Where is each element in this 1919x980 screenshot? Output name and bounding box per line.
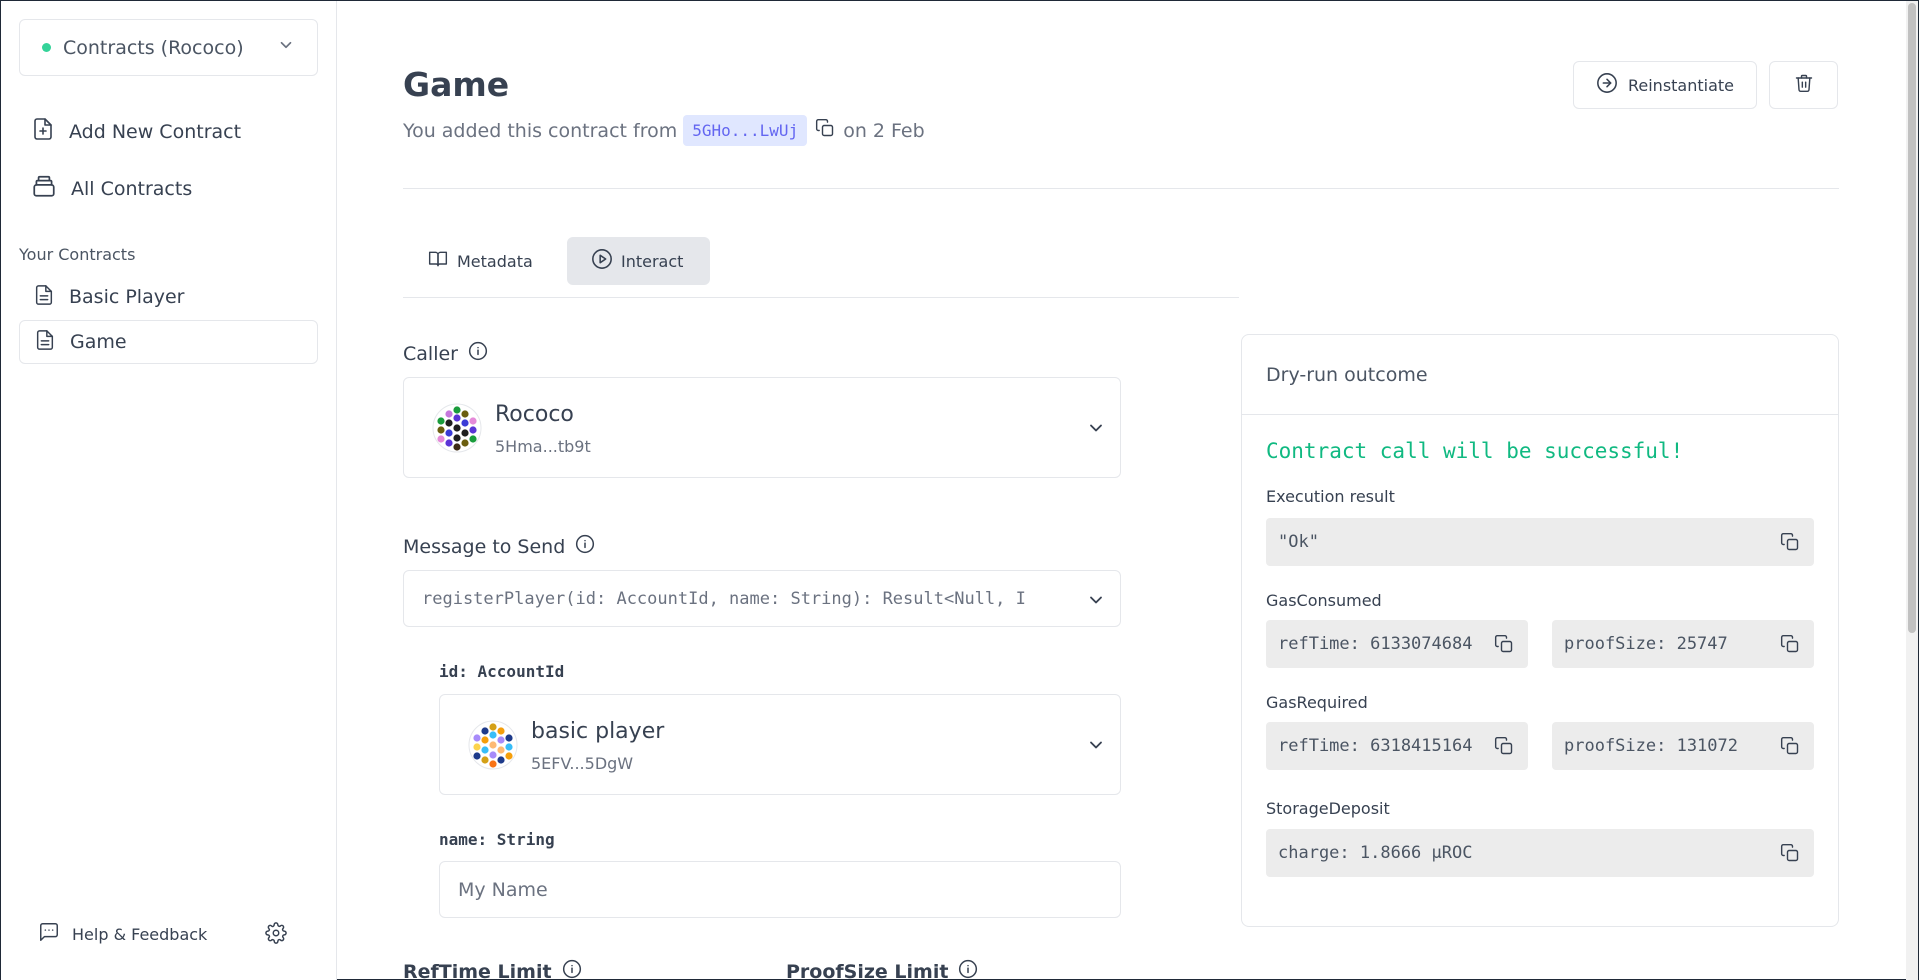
- dry-run-title: Dry-run outcome: [1242, 335, 1838, 415]
- contract-address: 5GHo...LwUj: [683, 115, 808, 146]
- help-feedback-link[interactable]: Help & Feedback: [38, 921, 207, 947]
- subtitle-suffix: on 2 Feb: [843, 119, 925, 142]
- document-icon: [34, 327, 70, 358]
- dry-run-panel: Dry-run outcome Contract call will be su…: [1241, 334, 1839, 927]
- nav-add-new-contract-label: Add New Contract: [69, 120, 242, 143]
- execution-result-label: Execution result: [1266, 487, 1395, 506]
- caller-address: 5Hma...tb9t: [495, 437, 591, 456]
- sidebar-item-basic-player[interactable]: Basic Player: [19, 275, 318, 319]
- page-title: Game: [403, 65, 510, 104]
- arg-name-label: name: String: [439, 830, 555, 849]
- arg-id-label: id: AccountId: [439, 662, 565, 681]
- arrow-circle-right-icon: [1596, 72, 1628, 98]
- arg-id-account-select[interactable]: basic player 5EFV...5DgW: [439, 694, 1121, 795]
- storage-deposit-text: charge: 1.8666 µROC: [1278, 843, 1473, 863]
- identicon-avatar: [432, 403, 482, 457]
- identicon-avatar: [468, 720, 518, 774]
- gas-consumed-label: GasConsumed: [1266, 591, 1382, 610]
- copy-icon[interactable]: [1494, 736, 1514, 761]
- nav-add-new-contract[interactable]: Add New Contract: [31, 116, 241, 147]
- gas-required-reftime-text: refTime: 6318415164: [1278, 736, 1473, 756]
- proofsize-limit-text: ProofSize Limit: [786, 960, 949, 980]
- info-icon[interactable]: [948, 959, 978, 980]
- reftime-limit-text: RefTime Limit: [403, 960, 552, 980]
- caller-name: Rococo: [495, 402, 574, 427]
- arg-name-value: My Name: [458, 878, 548, 901]
- sidebar-item-label: Game: [70, 331, 127, 353]
- page-scrollbar[interactable]: [1906, 1, 1918, 980]
- stack-icon: [31, 173, 71, 204]
- gear-icon[interactable]: [265, 922, 287, 948]
- gas-required-reftime: refTime: 6318415164: [1266, 722, 1528, 770]
- dry-run-success-message: Contract call will be successful!: [1266, 439, 1684, 463]
- info-icon[interactable]: [458, 341, 488, 366]
- message-label: Message to Send: [403, 534, 595, 559]
- reinstantiate-button[interactable]: Reinstantiate: [1573, 61, 1757, 109]
- play-circle-icon: [591, 248, 621, 274]
- execution-result-text: "Ok": [1278, 532, 1319, 552]
- proofsize-limit-label: ProofSize Limit: [786, 959, 978, 980]
- chat-icon: [38, 921, 72, 947]
- gas-consumed-proofsize-text: proofSize: 25747: [1564, 634, 1728, 654]
- tabs-divider: [403, 297, 1239, 298]
- delete-button[interactable]: [1769, 61, 1838, 109]
- nav-all-contracts[interactable]: All Contracts: [31, 173, 192, 204]
- contract-subtitle: You added this contract from 5GHo...LwUj…: [403, 115, 925, 146]
- chevron-down-icon: [1086, 418, 1106, 442]
- chevron-down-icon: [277, 36, 295, 59]
- trash-icon: [1794, 73, 1814, 97]
- copy-icon[interactable]: [815, 118, 835, 143]
- tab-metadata-label: Metadata: [457, 251, 533, 271]
- arg-name-input[interactable]: My Name: [439, 861, 1121, 918]
- reinstantiate-label: Reinstantiate: [1627, 75, 1735, 95]
- your-contracts-heading: Your Contracts: [19, 245, 136, 264]
- info-icon[interactable]: [565, 534, 595, 559]
- file-plus-icon: [31, 116, 69, 147]
- help-feedback-label: Help & Feedback: [72, 924, 208, 944]
- gas-required-proofsize-text: proofSize: 131072: [1564, 736, 1738, 756]
- nav-all-contracts-label: All Contracts: [71, 177, 193, 200]
- copy-icon[interactable]: [1780, 634, 1800, 659]
- network-status-dot: [42, 43, 51, 52]
- document-icon: [33, 282, 69, 313]
- execution-result-value: "Ok": [1266, 518, 1814, 566]
- gas-consumed-reftime: refTime: 6133074684: [1266, 620, 1528, 668]
- gas-required-proofsize: proofSize: 131072: [1552, 722, 1814, 770]
- sidebar-item-game[interactable]: Game: [19, 320, 318, 364]
- caller-label: Caller: [403, 341, 488, 366]
- arg-id-account-address: 5EFV...5DgW: [531, 754, 634, 773]
- book-icon: [427, 249, 457, 273]
- caller-select[interactable]: Rococo 5Hma...tb9t: [403, 377, 1121, 478]
- message-select[interactable]: registerPlayer(id: AccountId, name: Stri…: [403, 570, 1121, 627]
- subtitle-prefix: You added this contract from: [403, 119, 678, 142]
- header-divider: [403, 188, 1839, 189]
- tab-interact[interactable]: Interact: [567, 237, 710, 285]
- chevron-down-icon: [1086, 735, 1106, 759]
- arg-id-account-name: basic player: [531, 719, 665, 744]
- storage-deposit-label: StorageDeposit: [1266, 799, 1390, 818]
- copy-icon[interactable]: [1780, 532, 1800, 557]
- gas-consumed-reftime-text: refTime: 6133074684: [1278, 634, 1473, 654]
- message-select-value: registerPlayer(id: AccountId, name: Stri…: [422, 588, 1026, 609]
- gas-required-label: GasRequired: [1266, 693, 1368, 712]
- copy-icon[interactable]: [1780, 843, 1800, 868]
- copy-icon[interactable]: [1494, 634, 1514, 659]
- caller-label-text: Caller: [403, 342, 458, 365]
- message-label-text: Message to Send: [403, 535, 566, 558]
- info-icon[interactable]: [552, 959, 582, 980]
- chevron-down-icon: [1080, 590, 1106, 615]
- sidebar: Contracts (Rococo) Add New Contract All …: [1, 1, 337, 980]
- tab-interact-label: Interact: [621, 251, 684, 271]
- storage-deposit-value: charge: 1.8666 µROC: [1266, 829, 1814, 877]
- sidebar-item-label: Basic Player: [69, 286, 185, 308]
- network-label: Contracts (Rococo): [63, 36, 244, 59]
- scrollbar-thumb[interactable]: [1908, 3, 1916, 633]
- gas-consumed-proofsize: proofSize: 25747: [1552, 620, 1814, 668]
- network-select[interactable]: Contracts (Rococo): [19, 19, 318, 76]
- reftime-limit-label: RefTime Limit: [403, 959, 582, 980]
- tab-metadata[interactable]: Metadata: [403, 237, 557, 285]
- copy-icon[interactable]: [1780, 736, 1800, 761]
